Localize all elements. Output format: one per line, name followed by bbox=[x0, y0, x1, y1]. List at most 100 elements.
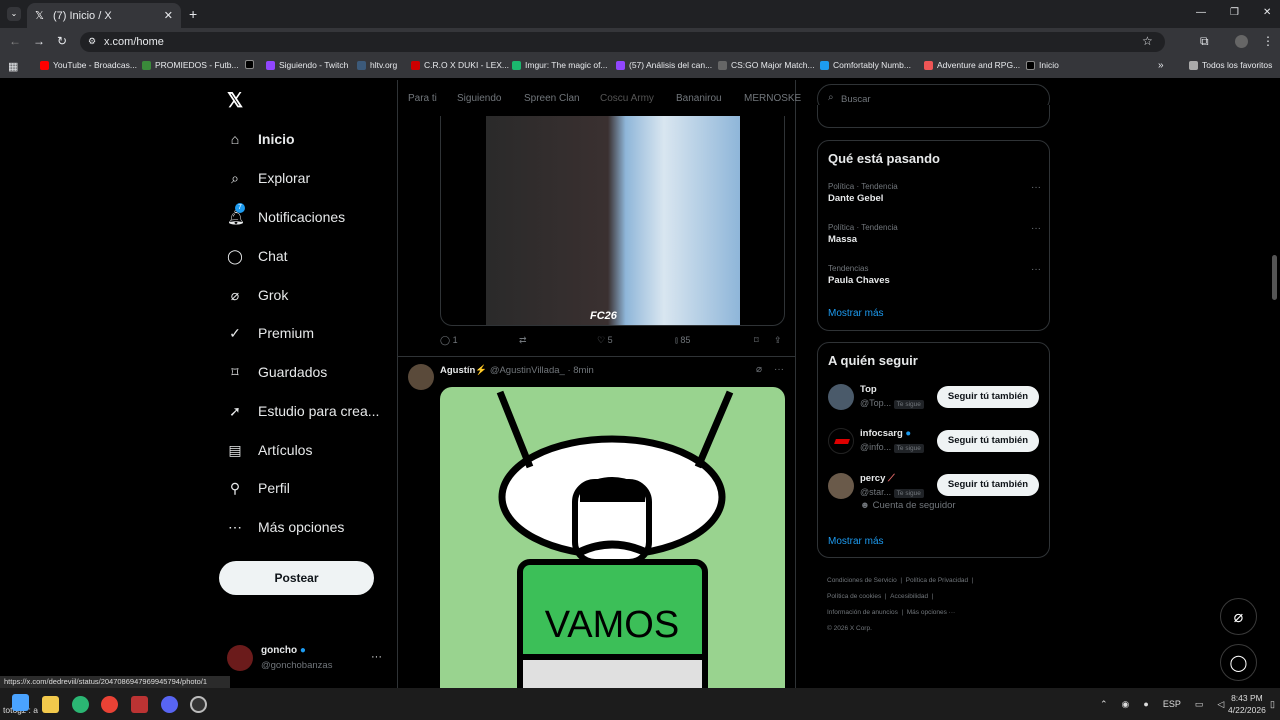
author-name[interactable]: Agustín⚡ bbox=[440, 365, 487, 376]
nav-inicio[interactable]: ⌂ Inicio bbox=[227, 131, 295, 147]
nav-mas-opciones[interactable]: ⋯ Más opciones bbox=[227, 519, 344, 535]
trend-item[interactable]: Política · Tendencia Dante Gebel ··· bbox=[828, 182, 1041, 204]
footer-link[interactable]: Más opciones ··· bbox=[907, 609, 955, 616]
nav-chat[interactable]: ◯ Chat bbox=[227, 248, 287, 264]
browser-tab[interactable]: 𝕏 (7) Inicio / X ✕ bbox=[27, 3, 181, 28]
bookmark-twitch[interactable]: Siguiendo - Twitch bbox=[266, 60, 348, 70]
bookmark-youtube[interactable]: YouTube - Broadcas... bbox=[40, 60, 137, 70]
minimize-icon[interactable]: — bbox=[1196, 7, 1206, 18]
follow-show-more[interactable]: Mostrar más bbox=[828, 536, 884, 547]
author-handle[interactable]: @AgustinVillada_ bbox=[490, 365, 565, 376]
views-button[interactable]: ⫾ 85 bbox=[675, 335, 690, 346]
profile-icon[interactable] bbox=[1235, 35, 1248, 48]
file-explorer-icon[interactable] bbox=[42, 696, 59, 713]
more-icon[interactable]: ··· bbox=[1031, 182, 1041, 193]
nav-notificaciones[interactable]: 🔔︎ 7 Notificaciones bbox=[227, 203, 345, 225]
nav-grok[interactable]: ⌀ Grok bbox=[227, 287, 289, 303]
steam-icon[interactable]: ◉ bbox=[1122, 699, 1130, 710]
bookmark-promiedos[interactable]: PROMIEDOS - Futb... bbox=[142, 60, 239, 70]
more-icon[interactable]: ··· bbox=[371, 651, 382, 663]
footer-link[interactable]: Política de Privacidad bbox=[906, 577, 969, 584]
tab-coscu-army[interactable]: Coscu Army bbox=[600, 93, 654, 104]
bookmark-analisis[interactable]: (57) Análisis del can... bbox=[616, 60, 712, 70]
tab-spreen-clan[interactable]: Spreen Clan bbox=[524, 93, 580, 104]
reload-icon[interactable]: ↻ bbox=[57, 34, 67, 48]
follow-user[interactable]: Top @Top... Te sigue bbox=[860, 384, 924, 409]
chevron-up-icon[interactable]: ⌃ bbox=[1100, 699, 1108, 710]
discord-icon[interactable] bbox=[161, 696, 178, 713]
site-info-icon[interactable]: ⚙ bbox=[88, 36, 96, 47]
back-icon[interactable]: ← bbox=[9, 34, 21, 48]
post-button[interactable]: Postear bbox=[219, 561, 374, 595]
footer-link[interactable]: Información de anuncios bbox=[827, 609, 898, 616]
bookmark-cro-duki[interactable]: C.R.O X DUKI - LEX... bbox=[411, 60, 509, 70]
maximize-icon[interactable]: ❐ bbox=[1230, 7, 1239, 18]
obs-icon[interactable] bbox=[190, 696, 207, 713]
language-indicator[interactable]: ESP bbox=[1163, 699, 1181, 710]
bookmark-imgur[interactable]: Imgur: The magic of... bbox=[512, 60, 608, 70]
scrollbar[interactable] bbox=[1272, 255, 1277, 300]
nav-articulos[interactable]: ▤ Artículos bbox=[227, 442, 312, 458]
reply-button[interactable]: ◯ 1 bbox=[440, 335, 458, 346]
chat-float-button[interactable]: ◯ bbox=[1220, 644, 1257, 681]
volume-icon[interactable]: ◁ bbox=[1217, 699, 1224, 710]
apps-icon[interactable]: ▦ bbox=[8, 60, 18, 73]
follow-button[interactable]: Seguir tú también bbox=[937, 474, 1039, 496]
new-tab-icon[interactable]: + bbox=[189, 6, 197, 22]
tab-siguiendo[interactable]: Siguiendo bbox=[457, 93, 501, 104]
bookmark-x[interactable] bbox=[245, 60, 258, 69]
extensions-icon[interactable]: ⧉ bbox=[1200, 34, 1209, 49]
like-button[interactable]: ♡ 5 bbox=[597, 335, 613, 346]
address-bar[interactable]: x.com/home bbox=[80, 32, 1165, 52]
nav-premium[interactable]: ✓ Premium bbox=[227, 325, 314, 341]
nav-estudio[interactable]: ➚ Estudio para crea... bbox=[227, 403, 379, 419]
close-tab-icon[interactable]: ✕ bbox=[164, 9, 173, 22]
menu-icon[interactable]: ⋮ bbox=[1262, 34, 1274, 48]
more-icon[interactable]: ··· bbox=[1031, 264, 1041, 275]
nav-explorar[interactable]: ⌕ Explorar bbox=[227, 170, 310, 186]
bookmark-star-icon[interactable]: ☆ bbox=[1142, 34, 1153, 48]
follow-button[interactable]: Seguir tú también bbox=[937, 386, 1039, 408]
footer-link[interactable]: Condiciones de Servicio bbox=[827, 577, 897, 584]
more-icon[interactable]: ··· bbox=[1031, 223, 1041, 234]
notification-bell-icon[interactable]: ▯ bbox=[1270, 699, 1275, 710]
more-bookmarks-icon[interactable]: » bbox=[1158, 60, 1164, 71]
grok-icon[interactable]: ⌀ bbox=[756, 364, 762, 375]
bookmark-icon[interactable]: ⌑ bbox=[754, 335, 759, 346]
post-time[interactable]: · 8min bbox=[567, 365, 593, 376]
tab-search-icon[interactable]: ⌄ bbox=[7, 7, 21, 21]
avatar[interactable] bbox=[828, 384, 854, 410]
search-input[interactable]: Buscar bbox=[841, 94, 871, 105]
chrome-icon[interactable] bbox=[101, 696, 118, 713]
account-switcher[interactable]: goncho ● @gonchobanzas ··· bbox=[227, 645, 387, 675]
trend-item[interactable]: Política · Tendencia Massa ··· bbox=[828, 223, 1041, 245]
bookmark-csgo[interactable]: CS:GO Major Match... bbox=[718, 60, 815, 70]
edge-icon[interactable] bbox=[72, 696, 89, 713]
follow-user[interactable]: infocsarg ● @info... Te sigue bbox=[860, 428, 924, 453]
avatar[interactable] bbox=[828, 473, 854, 499]
close-window-icon[interactable]: ✕ bbox=[1263, 7, 1271, 18]
post-image[interactable]: FC26 bbox=[486, 116, 740, 325]
post-image[interactable]: VAMOS bbox=[440, 387, 785, 688]
mic-icon[interactable]: ● bbox=[1143, 699, 1148, 710]
app-icon[interactable] bbox=[131, 696, 148, 713]
x-logo-icon[interactable]: 𝕏 bbox=[227, 88, 243, 113]
bookmark-inicio[interactable]: Inicio bbox=[1026, 60, 1059, 70]
bookmark-adventure[interactable]: Adventure and RPG... bbox=[924, 60, 1020, 70]
more-icon[interactable]: ··· bbox=[774, 364, 784, 375]
forward-icon[interactable]: → bbox=[33, 34, 45, 48]
repost-icon[interactable]: ⇄ bbox=[519, 335, 527, 346]
grok-float-button[interactable]: ⌀ bbox=[1220, 598, 1257, 635]
follow-button[interactable]: Seguir tú también bbox=[937, 430, 1039, 452]
share-icon[interactable]: ⇪ bbox=[774, 335, 782, 346]
window-controls[interactable]: — ❐ ✕ bbox=[1196, 7, 1271, 18]
footer-link[interactable]: Accesibilidad bbox=[890, 593, 928, 600]
windows-start-icon[interactable] bbox=[12, 694, 29, 711]
all-bookmarks[interactable]: Todos los favoritos bbox=[1189, 60, 1272, 70]
trends-show-more[interactable]: Mostrar más bbox=[828, 308, 884, 319]
tab-mernoske[interactable]: MERNOSKE bbox=[744, 93, 801, 104]
bookmark-hltv[interactable]: hltv.org bbox=[357, 60, 397, 70]
nav-perfil[interactable]: ⚲ Perfil bbox=[227, 480, 290, 496]
network-icon[interactable]: ▭ bbox=[1195, 699, 1204, 710]
avatar[interactable] bbox=[828, 428, 854, 454]
